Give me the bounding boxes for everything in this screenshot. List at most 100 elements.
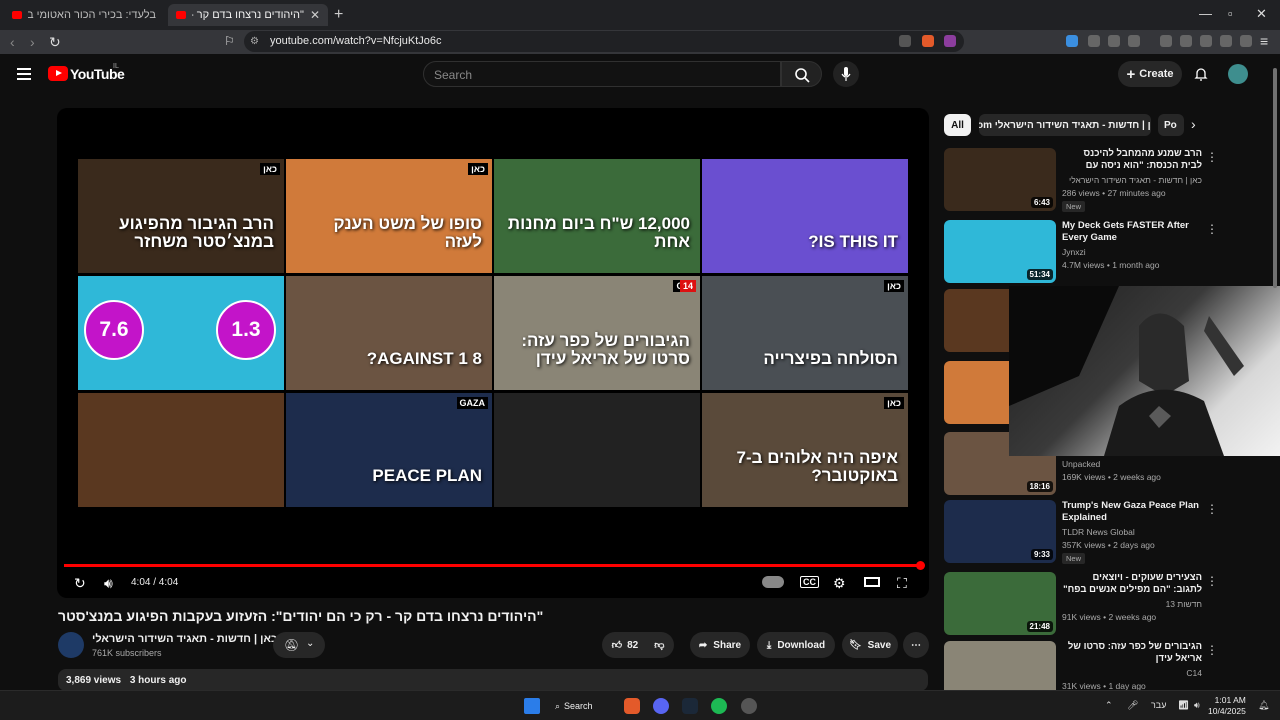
share-button[interactable]: ➦ Share	[690, 632, 750, 658]
channel-avatar[interactable]	[58, 632, 84, 658]
endscreen-video-card[interactable]	[494, 393, 700, 507]
taskbar-search[interactable]: ⌕ Search	[555, 697, 607, 715]
avatar[interactable]	[1228, 64, 1248, 84]
related-video-item[interactable]: 6:43 הרב שמנע מהמחבל להיכנס לבית הכנסת: "…	[944, 148, 1268, 212]
related-video-item[interactable]: 9:33 Trump's New Gaza Peace Plan Explaine…	[944, 500, 1268, 564]
more-options-icon[interactable]: ⋮	[1206, 222, 1218, 236]
related-video-channel[interactable]: Jynxzi	[1062, 247, 1086, 257]
more-actions-button[interactable]: ⋯	[903, 632, 929, 658]
browser-tab-inactive[interactable]: בלעדי: בכירי הכור האטומי בדימונה מט	[4, 4, 164, 26]
language-indicator[interactable]: עבר	[1151, 700, 1166, 710]
save-button[interactable]: 🔖︎ Save	[842, 632, 898, 658]
video-player[interactable]: הרב הגיבור מהפיגוע במנצ׳סטר משחזר כאן סופו…	[57, 108, 929, 598]
endscreen-video-card[interactable]: IS THIS IT?	[702, 159, 908, 273]
vpn-icon[interactable]	[1240, 35, 1252, 47]
description-box[interactable]	[58, 669, 928, 691]
chip-all[interactable]: All	[944, 114, 971, 136]
close-window-icon[interactable]: ✕	[1256, 6, 1267, 22]
related-video-thumbnail[interactable]: 21:48	[944, 572, 1056, 635]
create-button[interactable]: + Create	[1118, 61, 1182, 87]
more-options-icon[interactable]: ⋮	[1206, 574, 1218, 588]
youtube-logo-icon[interactable]	[48, 66, 68, 81]
taskbar-clock[interactable]: 1:01 AM 10/4/2025	[1208, 695, 1246, 717]
sidebar-icon[interactable]	[1180, 35, 1192, 47]
media-icon[interactable]	[1160, 35, 1172, 47]
volume-icon[interactable]: 🔊︎	[1194, 700, 1200, 711]
close-tab-icon[interactable]: ✕	[310, 8, 320, 22]
endscreen-video-card[interactable]: איפה היה אלוהים ב-7 באוקטובר? כאן	[702, 393, 908, 507]
wallet-icon[interactable]	[1200, 35, 1212, 47]
extension-icon[interactable]	[1128, 35, 1140, 47]
related-video-channel[interactable]: TLDR News Global	[1062, 527, 1135, 537]
notifications-bell-icon[interactable]	[1193, 66, 1209, 82]
back-icon[interactable]: ‹	[10, 34, 15, 50]
replay-icon[interactable]: ↻	[74, 575, 86, 592]
subscribed-notifications-button[interactable]: 🔕︎ ⌄	[273, 632, 325, 658]
more-options-icon[interactable]: ⋮	[1206, 150, 1218, 164]
puzzle-icon[interactable]	[1108, 35, 1120, 47]
related-video-channel[interactable]: Unpacked	[1062, 459, 1100, 469]
windows-start-icon[interactable]	[524, 698, 540, 714]
volume-icon[interactable]: 🔊︎	[104, 575, 113, 592]
brave-shields-icon[interactable]	[922, 35, 934, 47]
theater-mode-icon[interactable]	[864, 577, 880, 587]
leo-icon[interactable]	[1220, 35, 1232, 47]
endscreen-video-card[interactable]: סופו של משט הענק לעזה כאן	[286, 159, 492, 273]
extension-icon[interactable]	[1088, 35, 1100, 47]
progress-bar[interactable]	[64, 564, 922, 567]
captions-icon[interactable]: CC	[800, 576, 819, 588]
channel-name[interactable]: כאן | חדשות - תאגיד השידור הישראלי	[92, 633, 277, 645]
browser-tab-active[interactable]: "היהודים נרצחו בדם קר - רק כי הם יהודים"…	[168, 4, 328, 26]
wifi-icon[interactable]: 📶︎	[1178, 700, 1189, 711]
endscreen-video-card[interactable]: הגיבורים של כפר עזה: סרטו של אריאל עידןC…	[494, 276, 700, 390]
extension-icon[interactable]	[1066, 35, 1078, 47]
endscreen-video-card[interactable]: PEACE PLAN GAZA	[286, 393, 492, 507]
search-input[interactable]	[423, 61, 781, 87]
related-video-item[interactable]: 21:48 הצעירים שעוקים - ויוצאים לתגוב: "הם…	[944, 572, 1268, 636]
site-info-icon[interactable]: ⚙	[250, 36, 259, 47]
steam-icon[interactable]	[682, 698, 698, 714]
app-icon[interactable]	[741, 698, 757, 714]
maximize-icon[interactable]: ▫	[1228, 6, 1233, 21]
menu-icon[interactable]: ≡	[1260, 33, 1268, 49]
endscreen-video-card[interactable]: 8 AGAINST 1?	[286, 276, 492, 390]
cast-icon[interactable]	[899, 35, 911, 47]
endscreen-video-card[interactable]: הסולחה בפיצרייה כאן	[702, 276, 908, 390]
guide-menu-icon[interactable]	[17, 68, 31, 80]
more-options-icon[interactable]: ⋮	[1206, 643, 1218, 657]
more-options-icon[interactable]: ⋮	[1206, 502, 1218, 516]
microphone-icon[interactable]: 🎤︎	[1127, 700, 1138, 711]
like-button[interactable]: 👍︎ 82	[612, 639, 639, 652]
endscreen-video-card[interactable]: 7.6 1.3	[78, 276, 284, 390]
related-video-channel[interactable]: חדשות 13	[1062, 599, 1202, 609]
chip-podcasts[interactable]: Po	[1158, 114, 1184, 136]
reload-icon[interactable]: ↻	[49, 34, 61, 51]
brave-browser-icon[interactable]	[624, 698, 640, 714]
progress-scrubber[interactable]	[916, 561, 925, 570]
chip-from-channel[interactable]: From כאן | חדשות - תאגיד השידור הישראלי	[979, 114, 1151, 136]
chips-next-chevron-icon[interactable]: ›	[1191, 116, 1196, 132]
settings-gear-icon[interactable]: ⚙	[833, 575, 846, 592]
brave-rewards-icon[interactable]	[944, 35, 956, 47]
bookmark-icon[interactable]: ⚐	[224, 34, 235, 48]
related-video-thumbnail[interactable]: 6:43	[944, 148, 1056, 211]
sidebar-scrollbar[interactable]	[1272, 60, 1278, 690]
endscreen-video-card[interactable]: 12,000 ש"ח ביום מחנות אחת	[494, 159, 700, 273]
related-video-thumbnail[interactable]: 51:34	[944, 220, 1056, 283]
related-video-channel[interactable]: C14	[1062, 668, 1202, 678]
download-button[interactable]: ⤓ Download	[757, 632, 835, 658]
related-video-thumbnail[interactable]: 9:33	[944, 500, 1056, 563]
notifications-icon[interactable]: 🔔︎	[1258, 700, 1269, 711]
new-tab-button[interactable]: +	[334, 6, 343, 24]
show-hidden-icons-icon[interactable]: ⌃	[1105, 700, 1113, 711]
autoplay-toggle[interactable]	[762, 576, 784, 588]
dislike-button[interactable]: 👎︎	[654, 639, 664, 651]
endscreen-video-card[interactable]: הרב הגיבור מהפיגוע במנצ׳סטר משחזר כאן	[78, 159, 284, 273]
voice-search-button[interactable]	[833, 61, 859, 87]
search-button[interactable]	[781, 61, 822, 87]
forward-icon[interactable]: ›	[30, 34, 35, 50]
related-video-item[interactable]: 51:34 My Deck Gets FASTER After Every Gam…	[944, 220, 1268, 284]
discord-icon[interactable]	[653, 698, 669, 714]
endscreen-video-card[interactable]	[78, 393, 284, 507]
spotify-icon[interactable]	[711, 698, 727, 714]
